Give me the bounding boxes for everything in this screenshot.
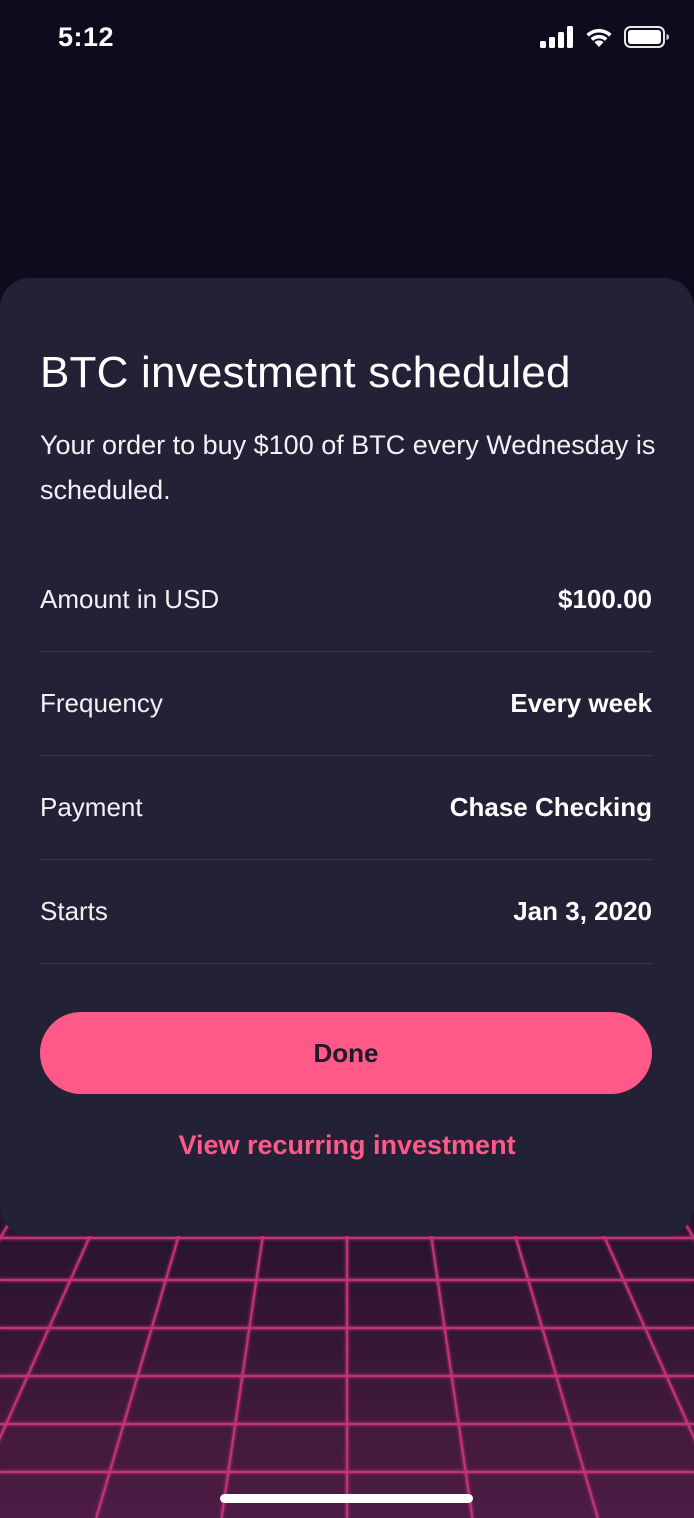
battery-icon <box>624 26 670 53</box>
detail-value: Jan 3, 2020 <box>513 896 652 926</box>
detail-row-payment: Payment Chase Checking <box>40 756 652 860</box>
screen: 5:12 BTC investment scheduled Your order… <box>0 0 694 1518</box>
card-subtitle: Your order to buy $100 of BTC every Wedn… <box>40 430 656 505</box>
detail-row-starts: Starts Jan 3, 2020 <box>40 860 652 964</box>
detail-value: Chase Checking <box>449 792 652 822</box>
detail-value: $100.00 <box>558 584 652 614</box>
detail-value: Every week <box>510 688 652 718</box>
done-button[interactable]: Done <box>40 1012 652 1094</box>
detail-label: Starts <box>40 896 108 926</box>
wifi-icon <box>584 26 614 53</box>
home-indicator[interactable] <box>220 1494 473 1503</box>
confirmation-card: BTC investment scheduled Your order to b… <box>0 278 694 1236</box>
detail-row-frequency: Frequency Every week <box>40 652 652 756</box>
status-time: 5:12 <box>58 22 115 52</box>
status-bar: 5:12 <box>0 0 694 80</box>
detail-label: Frequency <box>40 688 163 718</box>
view-recurring-investment-link[interactable]: View recurring investment <box>0 1130 694 1161</box>
cellular-signal-icon <box>540 26 574 53</box>
details-list: Amount in USD $100.00 Frequency Every we… <box>40 548 652 964</box>
status-icons <box>540 26 670 53</box>
card-title: BTC investment scheduled <box>40 348 571 397</box>
detail-row-amount: Amount in USD $100.00 <box>40 548 652 652</box>
detail-label: Amount in USD <box>40 584 220 614</box>
detail-label: Payment <box>40 792 143 822</box>
